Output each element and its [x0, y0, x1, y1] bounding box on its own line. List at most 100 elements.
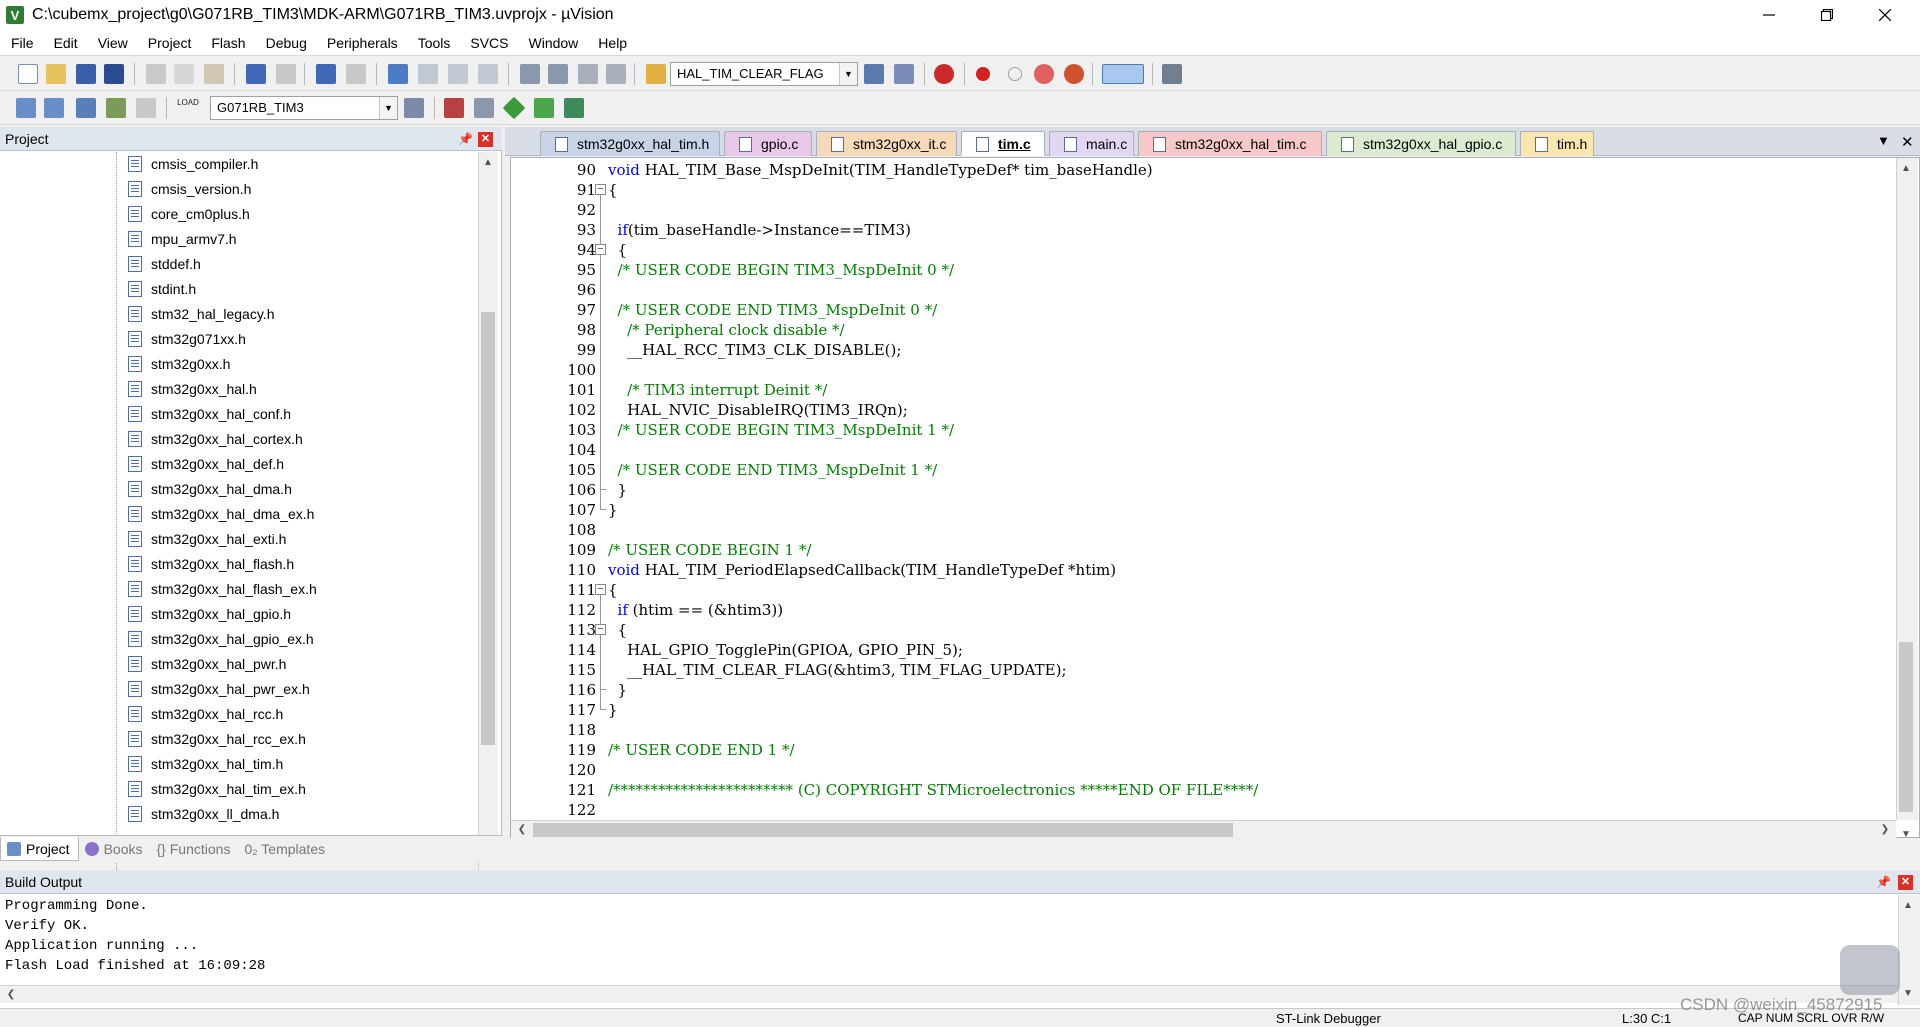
- tree-file-item[interactable]: stdint.h: [128, 278, 196, 300]
- tree-file-item[interactable]: stm32g0xx.h: [128, 353, 230, 375]
- pin-icon[interactable]: 📌: [458, 132, 473, 146]
- code-line[interactable]: HAL_NVIC_DisableIRQ(TIM3_IRQn);: [608, 400, 908, 420]
- tree-file-item[interactable]: core_cm0plus.h: [128, 203, 250, 225]
- editor-tab[interactable]: stm32g0xx_it.c: [816, 131, 957, 156]
- insert-bookmark-icon[interactable]: [388, 64, 408, 84]
- tree-file-item[interactable]: stm32g0xx_hal_def.h: [128, 453, 284, 475]
- select-packs-icon[interactable]: [474, 98, 494, 118]
- code-line[interactable]: /* TIM3 interrupt Deinit */: [608, 380, 827, 400]
- event-recorder-icon[interactable]: [564, 98, 584, 118]
- editor-tab[interactable]: gpio.c: [724, 131, 812, 156]
- tree-file-item[interactable]: mpu_armv7.h: [128, 228, 237, 250]
- kill-breakpoints-icon[interactable]: [1064, 64, 1084, 84]
- copy-icon[interactable]: [174, 64, 194, 84]
- code-line[interactable]: }: [608, 500, 618, 520]
- redo-icon[interactable]: [276, 64, 296, 84]
- menu-debug[interactable]: Debug: [255, 30, 316, 56]
- code-line[interactable]: /* USER CODE END TIM3_MspDeInit 0 */: [608, 300, 938, 320]
- code-line[interactable]: {: [608, 620, 628, 640]
- window-layout-icon[interactable]: [1102, 64, 1144, 84]
- code-line[interactable]: /* USER CODE BEGIN TIM3_MspDeInit 1 */: [608, 420, 954, 440]
- tree-file-item[interactable]: stm32g0xx_hal_flash_ex.h: [128, 578, 317, 600]
- open-folder-icon[interactable]: [46, 64, 66, 84]
- batch-build-icon[interactable]: [106, 98, 126, 118]
- menu-window[interactable]: Window: [518, 30, 588, 56]
- disable-breakpoints-icon[interactable]: [1034, 64, 1054, 84]
- tree-file-item[interactable]: stm32g0xx_hal_gpio.h: [128, 603, 291, 625]
- stop-build-icon[interactable]: [136, 98, 156, 118]
- code-line[interactable]: /* USER CODE BEGIN 1 */: [608, 540, 811, 560]
- manage-project-items-icon[interactable]: [444, 98, 464, 118]
- tree-file-item[interactable]: stm32g0xx_hal_conf.h: [128, 403, 291, 425]
- build-output-hscrollbar[interactable]: ❮: [0, 985, 1898, 1003]
- rebuild-icon[interactable]: [76, 98, 96, 118]
- menu-tools[interactable]: Tools: [407, 30, 460, 56]
- scroll-down-icon[interactable]: ▼: [1899, 985, 1917, 1003]
- scroll-up-icon[interactable]: ▲: [1897, 160, 1915, 178]
- tree-file-item[interactable]: stm32g0xx_hal.h: [128, 378, 257, 400]
- build-icon[interactable]: [44, 98, 64, 118]
- tab-project[interactable]: Project: [0, 837, 79, 861]
- code-line[interactable]: {: [608, 240, 628, 260]
- pin-icon[interactable]: 📌: [1876, 875, 1891, 889]
- close-panel-button[interactable]: ✕: [1898, 875, 1913, 890]
- code-line[interactable]: /* Peripheral clock disable */: [608, 320, 845, 340]
- download-icon[interactable]: LOAD: [176, 98, 200, 118]
- code-line[interactable]: {: [608, 580, 618, 600]
- save-all-icon[interactable]: [104, 64, 124, 84]
- fold-toggle-icon[interactable]: −: [595, 584, 606, 595]
- unindent-icon[interactable]: [548, 64, 568, 84]
- fold-toggle-icon[interactable]: −: [595, 244, 606, 255]
- close-window-button[interactable]: [1856, 0, 1914, 30]
- code-line[interactable]: }: [608, 480, 628, 500]
- code-line[interactable]: __HAL_RCC_TIM3_CLK_DISABLE();: [608, 340, 901, 360]
- find-icon[interactable]: [864, 64, 884, 84]
- code-line[interactable]: /* USER CODE END 1 */: [608, 740, 795, 760]
- indent-icon[interactable]: [520, 64, 540, 84]
- tree-file-item[interactable]: stm32g0xx_hal_dma_ex.h: [128, 503, 314, 525]
- editor-tab[interactable]: main.c: [1049, 131, 1134, 156]
- tree-file-item[interactable]: stm32g0xx_hal_gpio_ex.h: [128, 628, 314, 650]
- new-file-icon[interactable]: [18, 64, 38, 84]
- undo-icon[interactable]: [246, 64, 266, 84]
- insert-breakpoint-icon[interactable]: [976, 67, 990, 81]
- editor-tab[interactable]: tim.c: [961, 131, 1045, 156]
- tree-file-item[interactable]: cmsis_compiler.h: [128, 153, 258, 175]
- editor-horizontal-scrollbar[interactable]: ❮ ❯: [511, 820, 1896, 838]
- navigate-forward-icon[interactable]: [346, 64, 366, 84]
- tree-file-item[interactable]: stm32g071xx.h: [128, 328, 246, 350]
- tree-file-item[interactable]: stm32g0xx_hal_cortex.h: [128, 428, 303, 450]
- options-for-target-icon[interactable]: [404, 98, 424, 118]
- editor-tab[interactable]: tim.h: [1520, 131, 1594, 156]
- uncomment-icon[interactable]: [606, 64, 626, 84]
- find-combo[interactable]: HAL_TIM_CLEAR_FLAG ▼: [670, 62, 858, 86]
- tree-file-item[interactable]: stm32g0xx_hal_dma.h: [128, 478, 292, 500]
- code-line[interactable]: __HAL_TIM_CLEAR_FLAG(&htim3, TIM_FLAG_UP…: [608, 660, 1066, 680]
- editor-tab[interactable]: stm32g0xx_hal_gpio.c: [1326, 131, 1516, 156]
- scroll-left-icon[interactable]: ❮: [513, 821, 531, 839]
- pack-installer-icon[interactable]: [502, 96, 526, 120]
- tree-file-item[interactable]: stm32_hal_legacy.h: [128, 303, 274, 325]
- incremental-find-icon[interactable]: [894, 64, 914, 84]
- chevron-down-icon[interactable]: ▼: [839, 63, 857, 85]
- tree-file-item[interactable]: stm32g0xx_hal_tim_ex.h: [128, 778, 306, 800]
- comment-icon[interactable]: [578, 64, 598, 84]
- menu-svcs[interactable]: SVCS: [459, 30, 517, 56]
- fold-toggle-icon[interactable]: −: [595, 624, 606, 635]
- code-line[interactable]: if (htim == (&htim3)): [608, 600, 784, 620]
- tab-templates[interactable]: 0₂ Templates: [238, 837, 333, 861]
- close-panel-button[interactable]: ✕: [478, 132, 493, 147]
- menu-edit[interactable]: Edit: [43, 30, 87, 56]
- code-line[interactable]: HAL_GPIO_TogglePin(GPIOA, GPIO_PIN_5);: [608, 640, 963, 660]
- code-line[interactable]: /* USER CODE END TIM3_MspDeInit 1 */: [608, 460, 938, 480]
- tree-file-item[interactable]: stm32g0xx_hal_pwr.h: [128, 653, 286, 675]
- tab-books[interactable]: Books: [79, 837, 151, 861]
- cut-icon[interactable]: [146, 64, 166, 84]
- build-output-scrollbar[interactable]: ▲ ▼: [1898, 895, 1920, 1005]
- tree-file-item[interactable]: cmsis_version.h: [128, 178, 251, 200]
- scroll-up-icon[interactable]: ▲: [479, 154, 497, 172]
- code-line[interactable]: void HAL_TIM_Base_MspDeInit(TIM_HandleTy…: [608, 160, 1153, 180]
- menu-flash[interactable]: Flash: [200, 30, 254, 56]
- code-line[interactable]: if(tim_baseHandle->Instance==TIM3): [608, 220, 912, 240]
- restore-button[interactable]: [1798, 0, 1856, 30]
